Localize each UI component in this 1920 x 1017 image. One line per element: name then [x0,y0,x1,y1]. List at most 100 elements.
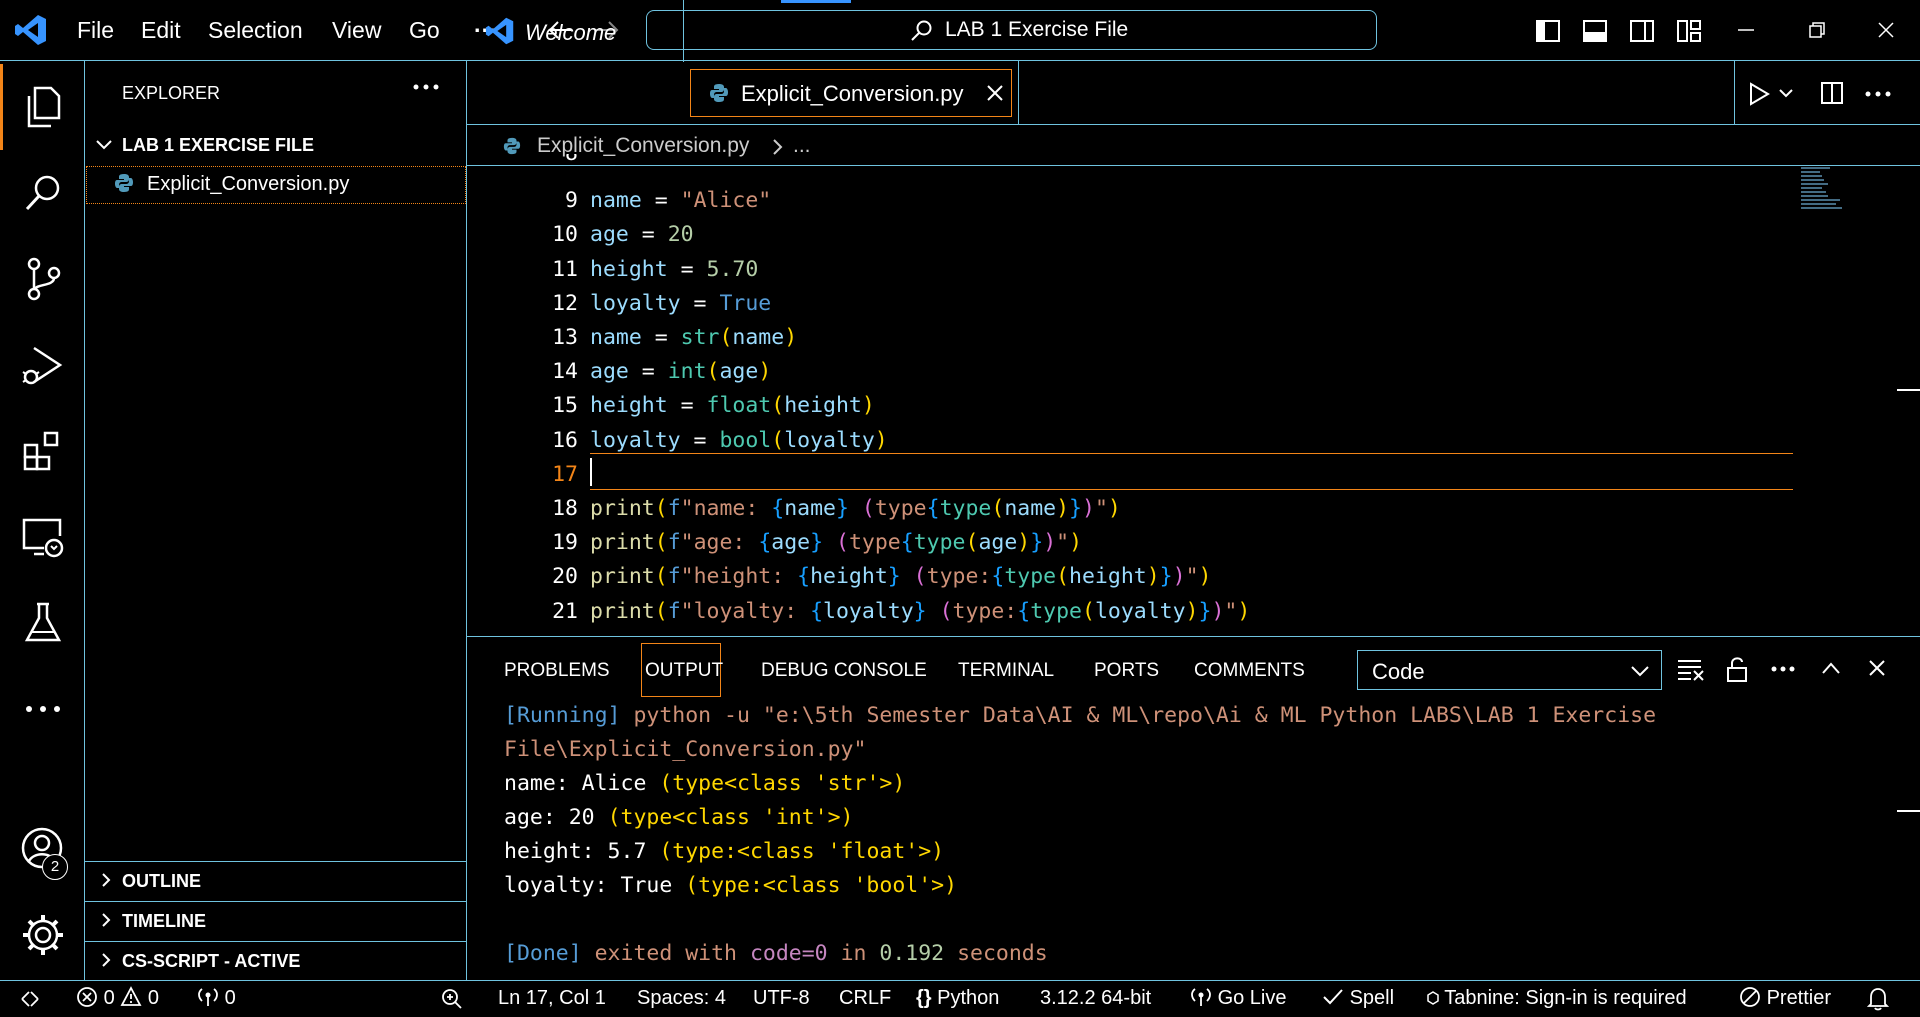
code-token: f [667,598,681,624]
tab-terminal[interactable]: TERMINAL [958,660,1054,682]
remote-explorer-icon[interactable] [0,502,85,572]
run-dropdown-chevron-icon[interactable] [1778,86,1794,100]
workspace-folder-title[interactable]: LAB 1 EXERCISE FILE [122,135,314,156]
zoom-icon[interactable] [441,980,463,1017]
code-token: print [590,496,655,521]
explorer-more-actions-icon[interactable] [412,82,440,92]
toggle-panel-icon[interactable] [1582,18,1608,44]
run-debug-icon[interactable] [0,330,85,400]
notifications-bell-icon[interactable] [1867,980,1889,1017]
toggle-primary-sidebar-icon[interactable] [1535,18,1561,44]
line-ending[interactable]: CRLF [839,980,891,1017]
clear-output-icon[interactable] [1677,657,1705,681]
cursor-position[interactable]: Ln 17, Col 1 [498,980,606,1017]
line-number: 13 [552,325,578,350]
accounts-icon[interactable] [0,814,85,884]
close-tab-icon[interactable] [985,83,1005,103]
minimap[interactable] [1800,166,1856,210]
spell-check-status[interactable]: Spell [1322,980,1394,1017]
extensions-icon[interactable] [0,416,85,486]
cs-script-section[interactable]: CS-SCRIPT - ACTIVE [85,941,466,980]
menu-edit[interactable]: Edit [141,0,181,61]
tabnine-label: Tabnine: Sign-in is required [1444,987,1687,1009]
customize-layout-icon[interactable] [1676,18,1702,44]
output-type: (type<class 'str'>) [659,771,906,796]
code-token: } [810,530,824,556]
code-token: f [667,496,681,521]
line-number: 19 [552,530,578,556]
language-mode[interactable]: {} Python [916,980,999,1017]
python-interpreter[interactable]: 3.12.2 64-bit [1040,980,1151,1017]
menu-file[interactable]: File [77,0,114,61]
tabnine-status[interactable]: Tabnine: Sign-in is required [1427,980,1687,1017]
go-live-label: Go Live [1217,987,1287,1009]
more-views-icon[interactable] [0,674,85,744]
chevron-down-icon[interactable] [94,135,114,155]
code-token: ) [861,393,875,419]
code-token: f [667,530,681,556]
close-window-icon[interactable] [1876,20,1896,40]
code-token: name [590,188,642,214]
code-token: name [1004,496,1057,521]
tab-debug-console[interactable]: DEBUG CONSOLE [761,660,927,682]
encoding[interactable]: UTF-8 [753,980,810,1017]
code-token: ) [1056,496,1070,521]
editor-more-actions-icon[interactable] [1864,89,1892,99]
tab-welcome[interactable]: Welcome [467,0,684,62]
text-cursor [590,458,592,486]
command-center-search[interactable]: LAB 1 Exercise File [646,10,1377,50]
minimize-icon[interactable] [1736,20,1756,40]
code-token: " [1056,530,1070,556]
code-token: loyalty [590,427,681,453]
tab-comments[interactable]: COMMENTS [1194,660,1305,682]
unlock-scroll-icon[interactable] [1725,655,1749,683]
output-channel-select[interactable]: Code [1357,650,1662,690]
maximize-panel-icon[interactable] [1820,659,1842,677]
indentation[interactable]: Spaces: 4 [637,980,726,1017]
menu-view[interactable]: View [332,0,381,61]
tab-explicit-conversion[interactable]: Explicit_Conversion.py [690,69,1012,117]
remote-indicator-icon[interactable] [20,980,40,1017]
menu-selection[interactable]: Selection [208,0,303,61]
prettier-status[interactable]: Prettier [1739,980,1831,1017]
warning-count: 0 [147,987,159,1009]
outline-section[interactable]: OUTLINE [85,861,466,899]
menu-go[interactable]: Go [409,0,440,61]
code-token: height [590,256,668,282]
ports-status[interactable]: 0 [197,980,236,1017]
manage-gear-icon[interactable] [0,900,85,970]
explorer-icon[interactable] [0,72,85,142]
search-activity-icon[interactable] [0,158,85,228]
tab-ports[interactable]: PORTS [1094,660,1159,682]
line-number: 21 [552,598,578,624]
restore-icon[interactable] [1807,20,1827,40]
panel-more-actions-icon[interactable] [1770,664,1796,674]
split-editor-icon[interactable] [1820,81,1844,105]
close-panel-icon[interactable] [1867,658,1887,678]
duration-value: 0.192 [879,941,945,966]
source-control-icon[interactable] [0,244,85,314]
code-token: ( [861,496,875,521]
breadcrumb-more[interactable]: ... [793,134,811,158]
language-mode-label: Python [937,987,1000,1009]
code-line: print(f"loyalty: {loyalty} (type:{type(l… [590,595,1250,629]
run-python-file-icon[interactable] [1748,82,1770,106]
editor-scrollbar-thumb[interactable] [1897,389,1920,391]
output-line: age: 20 (type<class 'int'>) [504,805,854,830]
problems-status[interactable]: 0 0 [76,980,159,1017]
panel-scrollbar-thumb[interactable] [1897,810,1920,812]
code-token: } [913,598,927,624]
testing-icon[interactable] [0,588,85,658]
code-token: ) [758,359,772,385]
code-token: } [835,496,849,521]
code-token: True [719,290,772,316]
tab-output[interactable]: OUTPUT [641,643,723,697]
timeline-section[interactable]: TIMELINE [85,901,466,939]
line-number: 18 [552,496,578,521]
code-line: loyalty = bool(loyalty) [590,424,888,458]
toggle-secondary-sidebar-icon[interactable] [1629,18,1655,44]
tab-problems[interactable]: PROBLEMS [504,660,610,682]
go-live-button[interactable]: Go Live [1190,980,1287,1017]
